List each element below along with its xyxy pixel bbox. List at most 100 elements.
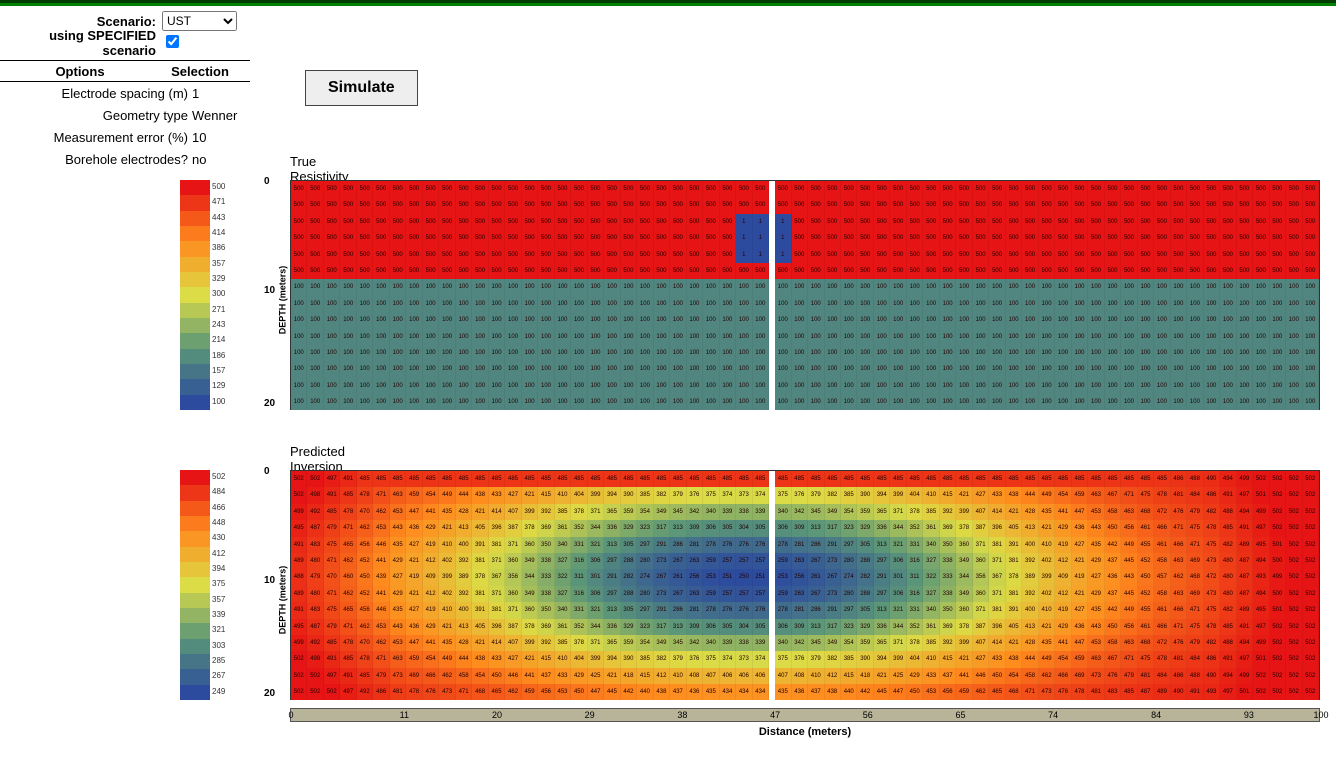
heatmap-cell: 500 — [555, 247, 571, 263]
heatmap-cell: 500 — [1088, 214, 1104, 230]
heatmap-cell: 500 — [825, 181, 841, 197]
heatmap-cell: 415 — [841, 668, 857, 684]
heatmap-cell: 100 — [571, 394, 587, 410]
x-axis-bar[interactable]: 011202938475665748493100 — [290, 708, 1320, 722]
heatmap-cell: 360 — [522, 537, 538, 553]
heatmap-cell: 479 — [373, 668, 389, 684]
option-value[interactable]: no — [190, 152, 250, 167]
heatmap-cell: 443 — [1121, 569, 1137, 585]
heatmap-cell: 100 — [472, 394, 488, 410]
option-label: Measurement error (%) — [0, 130, 190, 145]
heatmap-cell: 297 — [604, 553, 620, 569]
heatmap-cell: 342 — [792, 635, 808, 651]
heatmap-cell: 100 — [1286, 279, 1302, 295]
heatmap-cell: 500 — [907, 263, 923, 279]
heatmap-cell: 500 — [940, 263, 956, 279]
options-col2: Selection — [160, 64, 240, 79]
heatmap-cell: 500 — [874, 197, 890, 213]
heatmap-cell: 376 — [687, 651, 703, 667]
heatmap-cell: 100 — [538, 361, 554, 377]
heatmap-cell: 500 — [1105, 214, 1121, 230]
heatmap-cell: 100 — [357, 394, 373, 410]
colorbar-tick: 357 — [212, 595, 225, 604]
heatmap-cell: 100 — [1253, 312, 1269, 328]
heatmap-cell: 439 — [373, 569, 389, 585]
heatmap-cell: 100 — [1187, 329, 1203, 345]
heatmap-cell: 327 — [923, 553, 939, 569]
heatmap-cell: 500 — [1286, 181, 1302, 197]
heatmap-cell: 500 — [907, 181, 923, 197]
heatmap-cell: 500 — [390, 263, 406, 279]
heatmap-cell: 500 — [956, 197, 972, 213]
heatmap-cell: 500 — [687, 197, 703, 213]
heatmap-cell: 436 — [1072, 619, 1088, 635]
heatmap-cell: 100 — [291, 329, 307, 345]
heatmap-cell: 100 — [423, 279, 439, 295]
heatmap-cell: 100 — [340, 279, 356, 295]
heatmap-cell: 429 — [1055, 520, 1071, 536]
specified-checkbox[interactable] — [166, 35, 179, 48]
option-value[interactable]: 10 — [190, 130, 250, 145]
option-value[interactable]: Wenner — [190, 108, 250, 123]
heatmap-cell: 100 — [505, 361, 521, 377]
heatmap-cell: 100 — [538, 296, 554, 312]
heatmap-cell: 494 — [1237, 504, 1253, 520]
heatmap-cell: 468 — [1138, 635, 1154, 651]
heatmap-cell: 500 — [489, 247, 505, 263]
heatmap-cell: 100 — [703, 279, 719, 295]
heatmap-cell: 100 — [1237, 378, 1253, 394]
simulate-button[interactable]: Simulate — [305, 70, 418, 106]
heatmap-cell: 305 — [621, 602, 637, 618]
heatmap-cell: 500 — [1039, 181, 1055, 197]
heatmap-cell: 352 — [907, 619, 923, 635]
heatmap-cell: 371 — [890, 504, 906, 520]
heatmap-cell: 399 — [956, 635, 972, 651]
heatmap-cell: 323 — [637, 619, 653, 635]
heatmap-cell: 413 — [456, 619, 472, 635]
heatmap-cell: 378 — [956, 520, 972, 536]
heatmap-cell: 500 — [1303, 263, 1319, 279]
heatmap-cell: 306 — [890, 586, 906, 602]
heatmap-cell: 500 — [538, 214, 554, 230]
heatmap-cell: 100 — [1270, 361, 1286, 377]
heatmap-cell: 352 — [571, 520, 587, 536]
heatmap-cell: 100 — [940, 361, 956, 377]
heatmap-cell: 251 — [720, 569, 736, 585]
heatmap-cell: 502 — [1286, 602, 1302, 618]
heatmap-cell: 500 — [472, 197, 488, 213]
heatmap-cell: 485 — [1105, 471, 1121, 487]
heatmap-cell: 500 — [555, 181, 571, 197]
heatmap-cell: 382 — [825, 487, 841, 503]
heatmap-cell: 500 — [406, 263, 422, 279]
heatmap-cell: 500 — [956, 247, 972, 263]
heatmap-cell: 429 — [907, 668, 923, 684]
heatmap-cell: 500 — [670, 214, 686, 230]
heatmap-cell: 400 — [456, 537, 472, 553]
heatmap-cell: 500 — [890, 263, 906, 279]
heatmap-cell: 450 — [1105, 619, 1121, 635]
heatmap-cell: 259 — [703, 586, 719, 602]
heatmap-cell: 100 — [792, 394, 808, 410]
heatmap-cell: 500 — [1204, 263, 1220, 279]
heatmap-cell: 429 — [390, 586, 406, 602]
heatmap-cell: 399 — [522, 635, 538, 651]
heatmap-cell: 100 — [307, 329, 323, 345]
heatmap-cell: 495 — [1253, 602, 1269, 618]
colorbar-tick: 500 — [212, 182, 225, 191]
heatmap-cell: 100 — [687, 296, 703, 312]
heatmap-cell: 491 — [340, 668, 356, 684]
heatmap-cell: 484 — [1187, 487, 1203, 503]
heatmap-cell: 500 — [857, 230, 873, 246]
heatmap-cell: 100 — [956, 378, 972, 394]
heatmap-cell: 100 — [324, 394, 340, 410]
heatmap-cell: 392 — [940, 635, 956, 651]
option-value[interactable]: 1 — [190, 86, 250, 101]
heatmap-cell: 500 — [1270, 247, 1286, 263]
scenario-select[interactable]: UST — [162, 11, 237, 31]
heatmap-cell: 500 — [522, 197, 538, 213]
heatmap-cell: 502 — [1270, 619, 1286, 635]
heatmap-cell: 500 — [1138, 230, 1154, 246]
heatmap-cell: 394 — [874, 487, 890, 503]
heatmap-cell: 100 — [1204, 378, 1220, 394]
heatmap-cell: 454 — [472, 668, 488, 684]
